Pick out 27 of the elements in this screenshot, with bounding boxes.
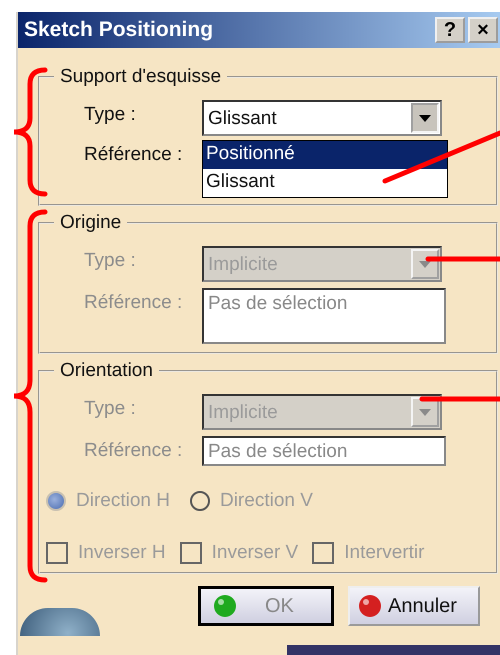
ball-icon (358, 594, 382, 618)
field-label: Type : (84, 249, 137, 272)
group-title: Orientation (59, 360, 154, 382)
caret-icon (419, 408, 431, 416)
caret-icon (419, 260, 431, 268)
field-label: Type : (84, 103, 137, 126)
ball-icon (213, 594, 237, 618)
window-title: Sketch Positioning (24, 18, 214, 42)
field-label: Référence : (84, 143, 184, 166)
caret-icon (419, 114, 431, 122)
dropdown-option[interactable]: Glissant (203, 169, 447, 197)
field-label: Référence : (84, 291, 184, 314)
radio-label: Direction V (220, 490, 313, 512)
radio-label: Direction H (76, 490, 170, 512)
checkbox-label: Inverser H (78, 542, 166, 564)
checkbox-label: Intervertir (344, 542, 424, 564)
help-button[interactable]: ? (435, 17, 465, 43)
checkbox-label: Inverser V (212, 542, 298, 564)
group-title: Support d'esquisse (59, 66, 222, 88)
dropdown-arrow-button[interactable] (411, 103, 439, 133)
dropdown-option[interactable]: Positionné (203, 141, 447, 169)
close-button[interactable]: × (468, 17, 498, 43)
field-label: Référence : (84, 439, 184, 462)
field-label: Type : (84, 397, 137, 420)
cancel-button[interactable]: Annuler (348, 586, 480, 626)
group-title: Origine (59, 212, 122, 234)
type-dropdown[interactable]: Glissant (202, 100, 442, 136)
